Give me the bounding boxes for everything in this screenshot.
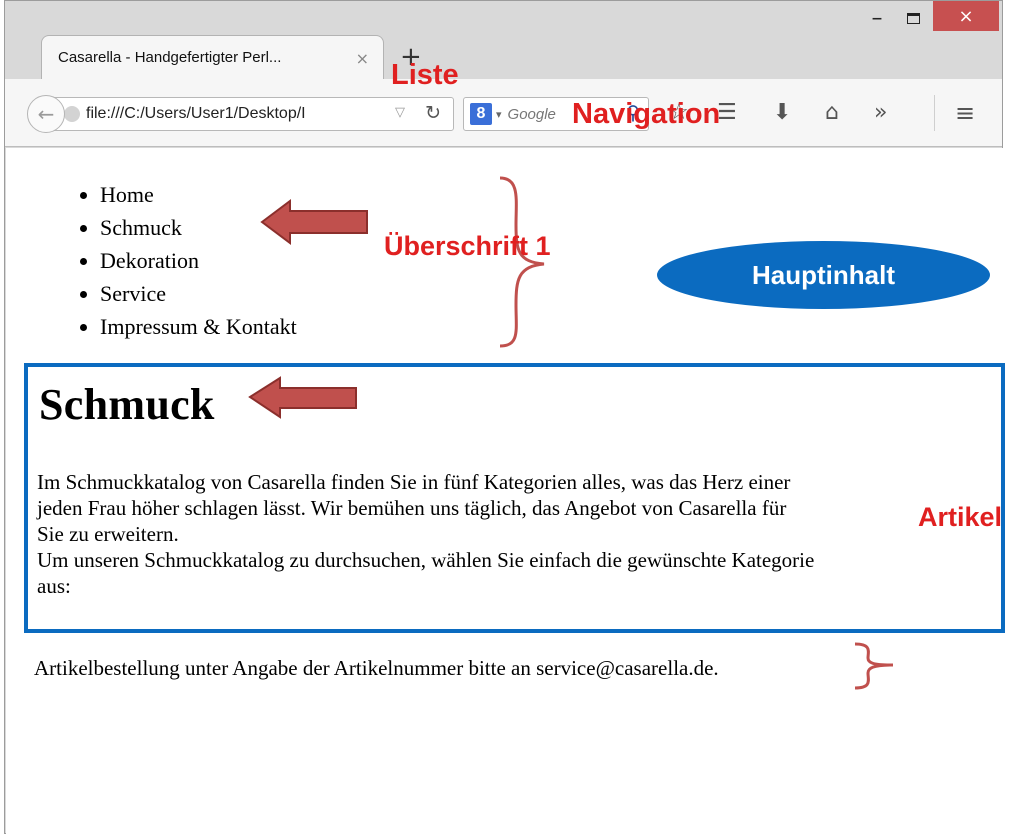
maximize-button[interactable] (895, 1, 931, 35)
site-identity-icon (64, 106, 80, 122)
intro-line: Im Schmuckkatalog von Casarella finden S… (37, 470, 791, 494)
close-window-button[interactable]: × (933, 1, 999, 31)
tab-close-icon[interactable]: × (356, 49, 369, 68)
page-heading: Schmuck (39, 380, 215, 429)
back-button[interactable]: ← (27, 95, 65, 133)
browser-window: – × Casarella - Handgefertigter Perl... … (4, 0, 1005, 834)
intro-line: jeden Frau höher schlagen lässt. Wir bem… (37, 496, 787, 520)
annotation-navigation: Navigation (572, 98, 721, 130)
toolbar-divider (934, 95, 935, 131)
browser-tab[interactable]: Casarella - Handgefertigter Perl... × (41, 35, 384, 79)
home-icon[interactable]: ⌂ (825, 99, 839, 127)
search-placeholder: Google (507, 105, 556, 123)
nav-item-dekoration[interactable]: Dekoration (100, 244, 297, 277)
menu-icon[interactable]: ≡ (955, 99, 975, 127)
intro-paragraph: Im Schmuckkatalog von Casarella finden S… (37, 469, 997, 599)
history-dropdown-icon[interactable]: ▽ (395, 105, 405, 120)
intro-line: Um unseren Schmuckkatalog zu durchsuchen… (37, 548, 815, 572)
nav-list: Home Schmuck Dekoration Service Impressu… (78, 178, 297, 343)
url-bar[interactable]: file:///C:/Users/User1/Desktop/I ▽ ↻ (51, 97, 454, 131)
url-text: file:///C:/Users/User1/Desktop/I (86, 105, 306, 122)
nav-item-home[interactable]: Home (100, 178, 297, 211)
annotation-liste: Liste (391, 59, 459, 91)
navigation-toolbar: file:///C:/Users/User1/Desktop/I ▽ ↻ ← 8… (5, 79, 1002, 147)
nav-item-impressum[interactable]: Impressum & Kontakt (100, 310, 297, 343)
intro-line: aus: (37, 574, 71, 598)
annotation-hauptinhalt: Hauptinhalt (657, 241, 990, 309)
download-icon[interactable]: ⬇ (773, 99, 791, 127)
annotation-ueberschrift: Überschrift 1 (384, 231, 551, 261)
reload-icon[interactable]: ↻ (425, 102, 441, 124)
minimize-button[interactable]: – (859, 1, 895, 35)
maximize-icon (906, 12, 920, 24)
nav-item-schmuck[interactable]: Schmuck (100, 211, 297, 244)
intro-line: Sie zu erweitern. (37, 522, 179, 546)
annotation-artikel: Artikel (918, 502, 1003, 532)
search-engine-icon[interactable]: 8 (470, 103, 492, 125)
tab-title: Casarella - Handgefertigter Perl... (58, 49, 282, 66)
footer-text: Artikelbestellung unter Angabe der Artik… (34, 656, 719, 680)
nav-item-service[interactable]: Service (100, 277, 297, 310)
overflow-chevron-icon[interactable]: » (874, 99, 887, 127)
search-engine-dropdown-icon[interactable]: ▾ (496, 108, 502, 121)
back-icon: ← (37, 102, 55, 126)
main-content-box: Schmuck Im Schmuckkatalog von Casarella … (24, 363, 1005, 633)
